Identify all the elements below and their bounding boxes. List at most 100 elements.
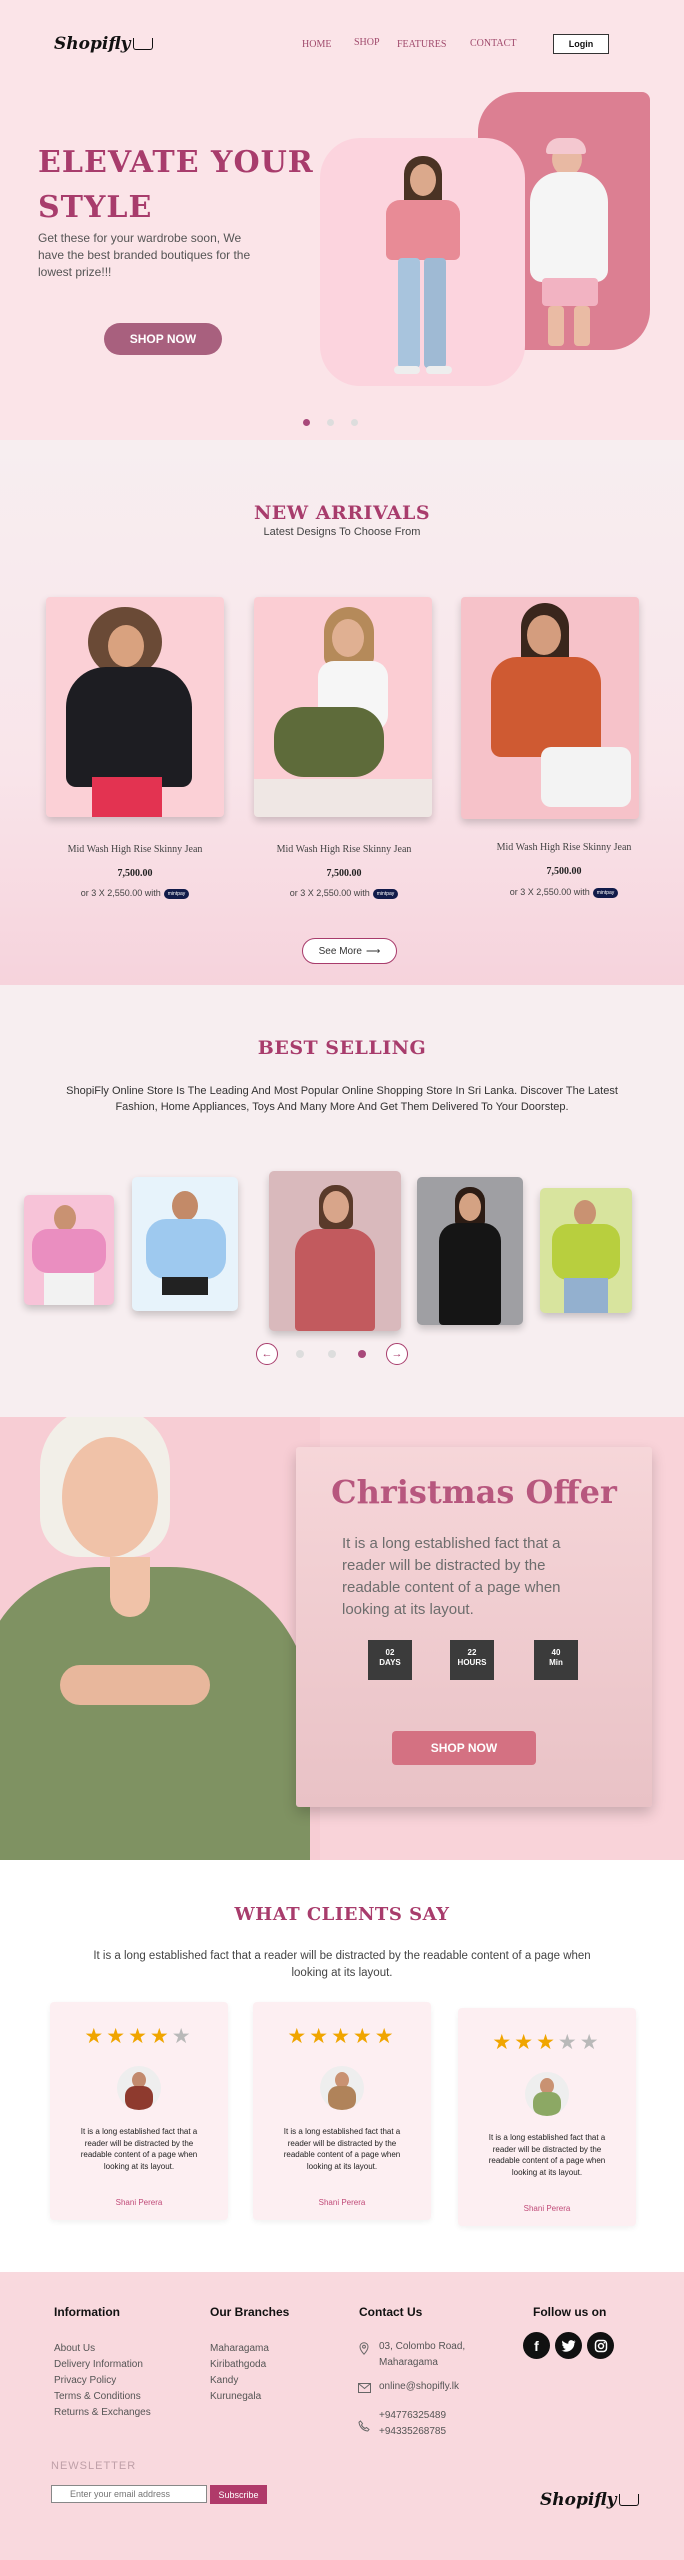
footer-follow-title: Follow us on	[533, 2305, 607, 2319]
arrow-left-icon: ←	[261, 1348, 273, 1360]
best-selling-item[interactable]	[540, 1188, 632, 1313]
instagram-icon[interactable]	[587, 2332, 614, 2359]
best-selling-dot-1[interactable]	[296, 1350, 304, 1358]
mintpay-badge: mintpay	[372, 889, 399, 899]
footer-phone-1[interactable]: +94776325489	[379, 2408, 446, 2424]
arrow-right-icon: ⟶	[366, 945, 381, 957]
testimonial-card: ★★★★★ It is a long established fact that…	[50, 2002, 228, 2220]
footer-phone-2[interactable]: +94335268785	[379, 2424, 446, 2440]
mintpay-badge: mintpay	[592, 888, 619, 898]
best-selling-dot-2[interactable]	[328, 1350, 336, 1358]
christmas-offer-text: It is a long established fact that a rea…	[342, 1535, 561, 1618]
product-price: 7,500.00	[546, 866, 582, 877]
arrow-right-icon: →	[391, 1348, 403, 1360]
best-selling-item[interactable]	[269, 1171, 401, 1331]
testimonial-author: Shani Perera	[115, 2198, 163, 2207]
testimonial-text: It is a long established fact that a rea…	[283, 2127, 401, 2171]
carousel-dot-1[interactable]	[303, 419, 310, 426]
testimonial-author: Shani Perera	[318, 2198, 366, 2207]
avatar	[320, 2066, 364, 2110]
hero-carousel-dots	[303, 419, 358, 426]
twitter-icon[interactable]	[555, 2332, 582, 2359]
christmas-model-image	[0, 1417, 320, 1860]
footer-address: 03, Colombo Road, Maharagama	[379, 2341, 466, 2368]
header-logo[interactable]: Shopifly	[54, 34, 153, 54]
countdown-hours: 22 HOURS	[450, 1640, 494, 1680]
footer-branch: Maharagama	[210, 2343, 269, 2354]
carousel-dot-2[interactable]	[327, 419, 334, 426]
testimonial-card: ★★★★★ It is a long established fact that…	[458, 2008, 636, 2226]
hero-title-line2: STYLE	[38, 190, 153, 225]
login-button[interactable]: Login	[553, 34, 609, 54]
footer-branches-title: Our Branches	[210, 2305, 290, 2319]
nav-shop[interactable]: SHOP	[354, 37, 380, 48]
nav-home[interactable]: HOME	[302, 39, 331, 50]
countdown-minutes: 40 Min	[534, 1640, 578, 1680]
footer-branch: Kurunegala	[210, 2391, 262, 2402]
product-card[interactable]	[46, 597, 224, 817]
footer-logo[interactable]: Shopifly	[540, 2490, 639, 2510]
product-installment: or 3 X 2,550.00 with mintpay	[464, 887, 664, 898]
best-selling-title: BEST SELLING	[257, 1037, 427, 1059]
christmas-offer-card: Christmas Offer It is a long established…	[296, 1447, 652, 1807]
new-arrivals-subtitle: Latest Designs To Choose From	[263, 526, 421, 538]
best-selling-dot-3[interactable]	[358, 1350, 366, 1358]
hero-title-line1: ELEVATE YOUR	[38, 145, 314, 180]
product-name[interactable]: Mid Wash High Rise Skinny Jean	[464, 842, 664, 853]
avatar	[525, 2072, 569, 2116]
footer-link-about[interactable]: About Us	[54, 2341, 95, 2357]
testimonial-author: Shani Perera	[523, 2204, 571, 2213]
product-price: 7,500.00	[326, 868, 362, 879]
hero-image-model-front	[320, 138, 525, 386]
nav-features[interactable]: FEATURES	[397, 39, 446, 50]
testimonial-text: It is a long established fact that a rea…	[488, 2133, 606, 2177]
rating-stars: ★★★★★	[287, 2025, 397, 2048]
nav-contact[interactable]: CONTACT	[470, 38, 516, 49]
footer-contact-title: Contact Us	[359, 2305, 423, 2319]
see-more-button[interactable]: See More ⟶	[302, 938, 397, 964]
countdown-days: 02 DAYS	[368, 1640, 412, 1680]
rating-stars: ★★★★★	[84, 2025, 194, 2048]
product-installment: or 3 X 2,550.00 with mintpay	[244, 888, 444, 899]
hero-section: Shopifly HOME SHOP FEATURES CONTACT Logi…	[0, 0, 684, 440]
cart-icon	[618, 2494, 639, 2506]
best-selling-item[interactable]	[417, 1177, 523, 1325]
footer-branch: Kandy	[210, 2375, 239, 2386]
logo-text: Shopifly	[54, 34, 131, 54]
best-selling-next-button[interactable]: →	[386, 1343, 408, 1365]
avatar	[117, 2066, 161, 2110]
new-arrivals-section: NEW ARRIVALS Latest Designs To Choose Fr…	[0, 440, 684, 985]
testimonials-title: WHAT CLIENTS SAY	[234, 1904, 450, 1925]
best-selling-description: ShopiFly Online Store Is The Leading And…	[66, 1085, 618, 1113]
testimonials-section: WHAT CLIENTS SAY It is a long establishe…	[0, 1860, 684, 2272]
product-name[interactable]: Mid Wash High Rise Skinny Jean	[35, 844, 235, 855]
hero-shop-now-button[interactable]: SHOP NOW	[104, 323, 222, 355]
product-name[interactable]: Mid Wash High Rise Skinny Jean	[244, 844, 444, 855]
product-installment: or 3 X 2,550.00 with mintpay	[35, 888, 235, 899]
newsletter-label: NEWSLETTER	[51, 2460, 137, 2472]
best-selling-prev-button[interactable]: ←	[256, 1343, 278, 1365]
christmas-shop-now-button[interactable]: SHOP NOW	[392, 1731, 536, 1765]
phone-icon	[358, 2420, 370, 2432]
product-card[interactable]	[461, 597, 639, 819]
best-selling-item[interactable]	[132, 1177, 238, 1311]
mail-icon	[358, 2383, 371, 2395]
best-selling-section: BEST SELLING ShopiFly Online Store Is Th…	[0, 985, 684, 1417]
location-pin-icon	[359, 2342, 371, 2355]
footer-info-title: Information	[54, 2305, 120, 2319]
newsletter-email-input[interactable]	[51, 2485, 207, 2503]
footer-link-privacy[interactable]: Privacy Policy	[54, 2373, 116, 2389]
carousel-dot-3[interactable]	[351, 419, 358, 426]
footer-email[interactable]: online@shopifly.lk	[379, 2379, 459, 2395]
cart-icon	[132, 38, 153, 50]
product-card[interactable]	[254, 597, 432, 817]
footer-link-terms[interactable]: Terms & Conditions	[54, 2389, 141, 2405]
footer-link-returns[interactable]: Returns & Exchanges	[54, 2405, 151, 2421]
hero-title: ELEVATE YOUR STYLE	[38, 140, 318, 230]
subscribe-button[interactable]: Subscribe	[210, 2485, 267, 2504]
facebook-icon[interactable]: f	[523, 2332, 550, 2359]
mintpay-badge: mintpay	[163, 889, 190, 899]
footer-link-delivery[interactable]: Delivery Information	[54, 2357, 143, 2373]
footer-logo-text: Shopifly	[540, 2490, 617, 2510]
best-selling-item[interactable]	[24, 1195, 114, 1305]
